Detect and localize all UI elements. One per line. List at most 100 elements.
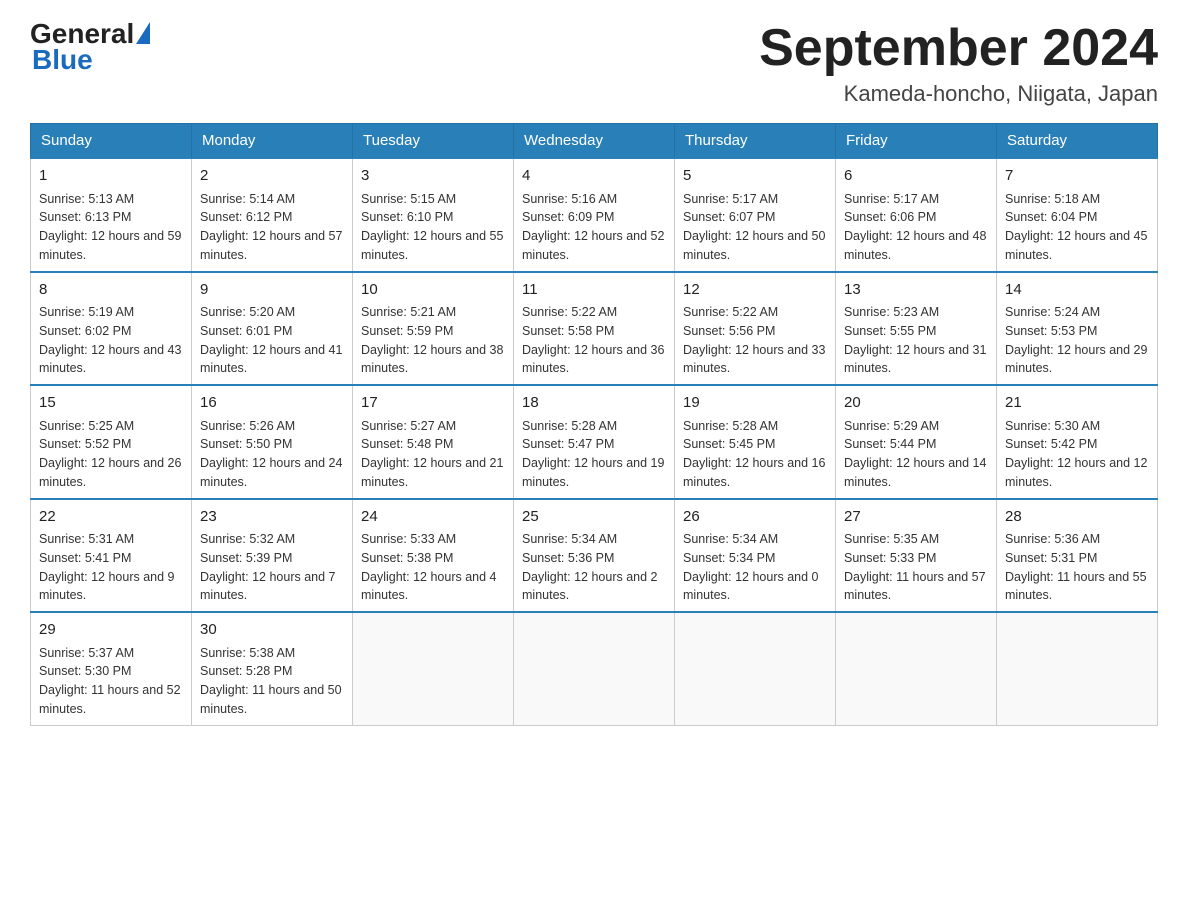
day-number: 24 bbox=[361, 506, 505, 529]
day-info: Sunrise: 5:19 AMSunset: 6:02 PMDaylight:… bbox=[39, 303, 183, 378]
day-number: 26 bbox=[683, 506, 827, 529]
calendar-cell: 12Sunrise: 5:22 AMSunset: 5:56 PMDayligh… bbox=[675, 272, 836, 386]
day-number: 11 bbox=[522, 279, 666, 302]
day-number: 28 bbox=[1005, 506, 1149, 529]
calendar-cell: 10Sunrise: 5:21 AMSunset: 5:59 PMDayligh… bbox=[353, 272, 514, 386]
day-info: Sunrise: 5:25 AMSunset: 5:52 PMDaylight:… bbox=[39, 417, 183, 492]
calendar-cell: 4Sunrise: 5:16 AMSunset: 6:09 PMDaylight… bbox=[514, 158, 675, 272]
day-number: 29 bbox=[39, 619, 183, 642]
day-info: Sunrise: 5:32 AMSunset: 5:39 PMDaylight:… bbox=[200, 530, 344, 605]
day-info: Sunrise: 5:26 AMSunset: 5:50 PMDaylight:… bbox=[200, 417, 344, 492]
title-area: September 2024 Kameda-honcho, Niigata, J… bbox=[759, 20, 1158, 107]
day-info: Sunrise: 5:24 AMSunset: 5:53 PMDaylight:… bbox=[1005, 303, 1149, 378]
day-info: Sunrise: 5:23 AMSunset: 5:55 PMDaylight:… bbox=[844, 303, 988, 378]
week-row-3: 15Sunrise: 5:25 AMSunset: 5:52 PMDayligh… bbox=[31, 385, 1158, 499]
calendar-cell: 16Sunrise: 5:26 AMSunset: 5:50 PMDayligh… bbox=[192, 385, 353, 499]
logo-triangle-icon bbox=[136, 22, 150, 44]
day-info: Sunrise: 5:17 AMSunset: 6:06 PMDaylight:… bbox=[844, 190, 988, 265]
calendar-cell: 29Sunrise: 5:37 AMSunset: 5:30 PMDayligh… bbox=[31, 612, 192, 725]
calendar-cell: 18Sunrise: 5:28 AMSunset: 5:47 PMDayligh… bbox=[514, 385, 675, 499]
calendar-cell bbox=[353, 612, 514, 725]
calendar-cell: 27Sunrise: 5:35 AMSunset: 5:33 PMDayligh… bbox=[836, 499, 997, 613]
calendar-cell: 1Sunrise: 5:13 AMSunset: 6:13 PMDaylight… bbox=[31, 158, 192, 272]
calendar-table: SundayMondayTuesdayWednesdayThursdayFrid… bbox=[30, 123, 1158, 726]
day-info: Sunrise: 5:15 AMSunset: 6:10 PMDaylight:… bbox=[361, 190, 505, 265]
calendar-cell: 28Sunrise: 5:36 AMSunset: 5:31 PMDayligh… bbox=[997, 499, 1158, 613]
day-number: 1 bbox=[39, 165, 183, 188]
day-info: Sunrise: 5:17 AMSunset: 6:07 PMDaylight:… bbox=[683, 190, 827, 265]
day-number: 22 bbox=[39, 506, 183, 529]
page-header: General Blue September 2024 Kameda-honch… bbox=[30, 20, 1158, 107]
day-number: 16 bbox=[200, 392, 344, 415]
calendar-cell: 24Sunrise: 5:33 AMSunset: 5:38 PMDayligh… bbox=[353, 499, 514, 613]
calendar-cell: 30Sunrise: 5:38 AMSunset: 5:28 PMDayligh… bbox=[192, 612, 353, 725]
day-number: 21 bbox=[1005, 392, 1149, 415]
day-number: 2 bbox=[200, 165, 344, 188]
day-number: 27 bbox=[844, 506, 988, 529]
day-info: Sunrise: 5:36 AMSunset: 5:31 PMDaylight:… bbox=[1005, 530, 1149, 605]
calendar-cell: 22Sunrise: 5:31 AMSunset: 5:41 PMDayligh… bbox=[31, 499, 192, 613]
calendar-cell: 6Sunrise: 5:17 AMSunset: 6:06 PMDaylight… bbox=[836, 158, 997, 272]
weekday-header-thursday: Thursday bbox=[675, 124, 836, 159]
day-number: 9 bbox=[200, 279, 344, 302]
calendar-cell: 9Sunrise: 5:20 AMSunset: 6:01 PMDaylight… bbox=[192, 272, 353, 386]
calendar-cell: 14Sunrise: 5:24 AMSunset: 5:53 PMDayligh… bbox=[997, 272, 1158, 386]
day-number: 19 bbox=[683, 392, 827, 415]
calendar-cell: 8Sunrise: 5:19 AMSunset: 6:02 PMDaylight… bbox=[31, 272, 192, 386]
calendar-cell: 21Sunrise: 5:30 AMSunset: 5:42 PMDayligh… bbox=[997, 385, 1158, 499]
day-info: Sunrise: 5:34 AMSunset: 5:36 PMDaylight:… bbox=[522, 530, 666, 605]
calendar-cell: 13Sunrise: 5:23 AMSunset: 5:55 PMDayligh… bbox=[836, 272, 997, 386]
weekday-header-row: SundayMondayTuesdayWednesdayThursdayFrid… bbox=[31, 124, 1158, 159]
day-number: 10 bbox=[361, 279, 505, 302]
calendar-cell: 23Sunrise: 5:32 AMSunset: 5:39 PMDayligh… bbox=[192, 499, 353, 613]
day-info: Sunrise: 5:34 AMSunset: 5:34 PMDaylight:… bbox=[683, 530, 827, 605]
day-info: Sunrise: 5:30 AMSunset: 5:42 PMDaylight:… bbox=[1005, 417, 1149, 492]
week-row-2: 8Sunrise: 5:19 AMSunset: 6:02 PMDaylight… bbox=[31, 272, 1158, 386]
day-number: 25 bbox=[522, 506, 666, 529]
day-number: 6 bbox=[844, 165, 988, 188]
day-info: Sunrise: 5:22 AMSunset: 5:56 PMDaylight:… bbox=[683, 303, 827, 378]
weekday-header-monday: Monday bbox=[192, 124, 353, 159]
calendar-cell bbox=[675, 612, 836, 725]
day-info: Sunrise: 5:28 AMSunset: 5:45 PMDaylight:… bbox=[683, 417, 827, 492]
calendar-cell: 2Sunrise: 5:14 AMSunset: 6:12 PMDaylight… bbox=[192, 158, 353, 272]
day-number: 5 bbox=[683, 165, 827, 188]
day-number: 7 bbox=[1005, 165, 1149, 188]
day-number: 3 bbox=[361, 165, 505, 188]
calendar-cell bbox=[836, 612, 997, 725]
day-info: Sunrise: 5:27 AMSunset: 5:48 PMDaylight:… bbox=[361, 417, 505, 492]
weekday-header-saturday: Saturday bbox=[997, 124, 1158, 159]
day-info: Sunrise: 5:16 AMSunset: 6:09 PMDaylight:… bbox=[522, 190, 666, 265]
weekday-header-tuesday: Tuesday bbox=[353, 124, 514, 159]
calendar-cell: 11Sunrise: 5:22 AMSunset: 5:58 PMDayligh… bbox=[514, 272, 675, 386]
calendar-cell: 25Sunrise: 5:34 AMSunset: 5:36 PMDayligh… bbox=[514, 499, 675, 613]
month-title: September 2024 bbox=[759, 20, 1158, 77]
day-info: Sunrise: 5:21 AMSunset: 5:59 PMDaylight:… bbox=[361, 303, 505, 378]
day-info: Sunrise: 5:13 AMSunset: 6:13 PMDaylight:… bbox=[39, 190, 183, 265]
weekday-header-sunday: Sunday bbox=[31, 124, 192, 159]
day-info: Sunrise: 5:28 AMSunset: 5:47 PMDaylight:… bbox=[522, 417, 666, 492]
day-number: 17 bbox=[361, 392, 505, 415]
calendar-cell: 5Sunrise: 5:17 AMSunset: 6:07 PMDaylight… bbox=[675, 158, 836, 272]
calendar-cell bbox=[997, 612, 1158, 725]
week-row-1: 1Sunrise: 5:13 AMSunset: 6:13 PMDaylight… bbox=[31, 158, 1158, 272]
weekday-header-friday: Friday bbox=[836, 124, 997, 159]
day-info: Sunrise: 5:20 AMSunset: 6:01 PMDaylight:… bbox=[200, 303, 344, 378]
location-subtitle: Kameda-honcho, Niigata, Japan bbox=[759, 81, 1158, 107]
day-number: 12 bbox=[683, 279, 827, 302]
day-number: 18 bbox=[522, 392, 666, 415]
calendar-cell: 20Sunrise: 5:29 AMSunset: 5:44 PMDayligh… bbox=[836, 385, 997, 499]
day-number: 8 bbox=[39, 279, 183, 302]
logo-blue-text: Blue bbox=[32, 44, 93, 75]
calendar-cell: 15Sunrise: 5:25 AMSunset: 5:52 PMDayligh… bbox=[31, 385, 192, 499]
day-info: Sunrise: 5:14 AMSunset: 6:12 PMDaylight:… bbox=[200, 190, 344, 265]
day-number: 30 bbox=[200, 619, 344, 642]
calendar-cell: 3Sunrise: 5:15 AMSunset: 6:10 PMDaylight… bbox=[353, 158, 514, 272]
weekday-header-wednesday: Wednesday bbox=[514, 124, 675, 159]
day-number: 14 bbox=[1005, 279, 1149, 302]
day-info: Sunrise: 5:37 AMSunset: 5:30 PMDaylight:… bbox=[39, 644, 183, 719]
day-info: Sunrise: 5:18 AMSunset: 6:04 PMDaylight:… bbox=[1005, 190, 1149, 265]
day-info: Sunrise: 5:38 AMSunset: 5:28 PMDaylight:… bbox=[200, 644, 344, 719]
calendar-cell: 26Sunrise: 5:34 AMSunset: 5:34 PMDayligh… bbox=[675, 499, 836, 613]
day-info: Sunrise: 5:31 AMSunset: 5:41 PMDaylight:… bbox=[39, 530, 183, 605]
